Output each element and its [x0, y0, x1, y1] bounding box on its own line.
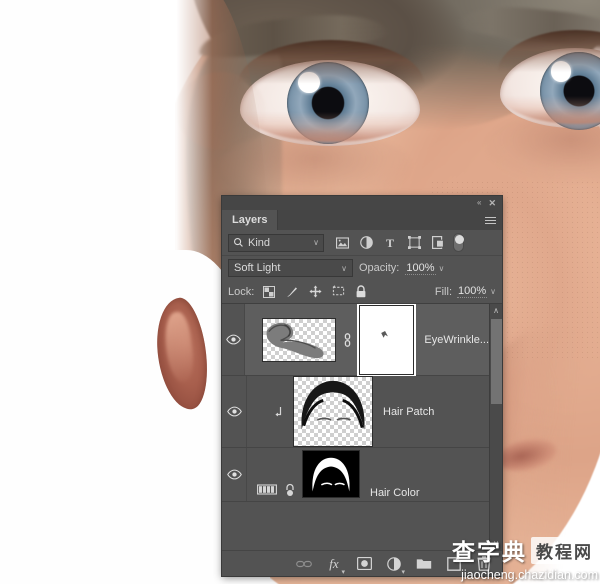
filter-type-icons: T: [335, 236, 445, 250]
magnifier-icon: [234, 238, 243, 247]
filter-smartobject-icon[interactable]: [431, 236, 445, 250]
lock-artboard-nesting-icon[interactable]: [331, 285, 345, 299]
lock-image-pixels-icon[interactable]: [285, 285, 299, 299]
mask-link-icon[interactable]: [341, 332, 354, 347]
layer-thumb-art: [301, 380, 365, 430]
collapse-icon[interactable]: «: [477, 199, 481, 207]
lock-transparent-pixels-icon[interactable]: [262, 285, 276, 299]
svg-text:fx: fx: [329, 556, 339, 571]
fill-field[interactable]: 100% ∨: [457, 285, 496, 298]
chevron-down-icon[interactable]: ∨: [439, 264, 445, 273]
mask-cursor-mark: [381, 330, 389, 338]
gradient-map-icon[interactable]: [253, 483, 281, 501]
blend-opacity-row: Soft Light ∨ Opacity: 100% ∨: [222, 256, 502, 280]
blend-mode-select[interactable]: Soft Light ∨: [228, 259, 353, 277]
layer-list-wrapper: EyeWrinkle... Hair Patch Hair Color ∧ ∨: [222, 304, 502, 550]
eye-icon: [226, 469, 242, 480]
layer-list[interactable]: EyeWrinkle... Hair Patch Hair Color: [222, 304, 489, 550]
watermark-brand: 查字典: [452, 540, 527, 566]
chevron-down-icon[interactable]: ∨: [313, 238, 319, 247]
fill-label: Fill:: [434, 285, 452, 298]
layer-filter-row: Kind ∨ T: [222, 230, 502, 256]
chevron-down-icon[interactable]: ∨: [490, 287, 496, 296]
table-row[interactable]: EyeWrinkle...: [222, 304, 489, 377]
blend-mode-value: Soft Light: [234, 262, 281, 274]
filter-pixel-icon[interactable]: [335, 236, 349, 250]
layer-name[interactable]: Hair Color: [370, 487, 420, 501]
layer-name[interactable]: EyeWrinkle...: [424, 334, 489, 346]
table-row[interactable]: Hair Patch: [222, 376, 489, 448]
filter-adjustment-icon[interactable]: [359, 236, 373, 250]
clipping-mask-icon: [269, 406, 289, 418]
adjustment-badge-icon: [281, 483, 299, 501]
filter-kind-label: Kind: [248, 236, 271, 249]
table-row[interactable]: Hair Color: [222, 448, 489, 502]
panel-tab-row: Layers: [222, 210, 502, 230]
layer-thumbnail[interactable]: [262, 317, 337, 362]
watermark-logo-row: 查字典 教程网: [393, 533, 598, 567]
layer-mask-thumbnail[interactable]: [357, 304, 417, 377]
lock-icons: [262, 285, 368, 299]
filter-shape-icon[interactable]: [407, 236, 421, 250]
layers-panel[interactable]: « ✕ Layers Kind ∨ T Soft Light ∨ Opacity…: [222, 196, 502, 576]
close-icon[interactable]: ✕: [488, 198, 496, 208]
opacity-label: Opacity:: [359, 262, 400, 274]
watermark-tagline: 教程网: [531, 536, 598, 564]
photo-white-backdrop: [0, 0, 175, 584]
scrollbar-track[interactable]: [490, 317, 502, 537]
filter-type-icon[interactable]: T: [383, 236, 397, 250]
scrollbar-thumb[interactable]: [491, 319, 502, 404]
panel-menu-icon[interactable]: [478, 210, 502, 230]
layer-visibility-toggle[interactable]: [222, 304, 246, 375]
svg-text:T: T: [386, 236, 394, 249]
eye-icon: [226, 406, 242, 417]
opacity-field[interactable]: 100% ∨: [405, 262, 444, 275]
layer-list-scrollbar[interactable]: ∧ ∨: [489, 304, 502, 550]
layer-name[interactable]: Hair Patch: [383, 406, 434, 418]
tab-layers-label: Layers: [232, 214, 268, 226]
add-layer-mask-button[interactable]: [356, 556, 372, 572]
tab-empty-space: [278, 210, 478, 230]
layer-style-button[interactable]: fx ▾: [326, 556, 345, 576]
chevron-down-icon[interactable]: ∨: [341, 264, 347, 273]
lock-position-icon[interactable]: [308, 285, 322, 299]
panel-titlebar: « ✕: [222, 196, 502, 210]
layer-thumb-art: [266, 322, 324, 358]
opacity-value[interactable]: 100%: [405, 262, 436, 275]
filter-kind-select[interactable]: Kind ∨: [228, 233, 324, 252]
fill-value[interactable]: 100%: [457, 285, 488, 298]
layer-visibility-toggle[interactable]: [222, 376, 247, 447]
watermark: 查字典 教程网 jiaocheng.chazidian.com: [393, 533, 598, 582]
layer-mask-thumbnail[interactable]: [302, 450, 360, 498]
lock-all-icon[interactable]: [354, 285, 368, 299]
filter-enable-toggle[interactable]: [453, 233, 464, 252]
layer-thumbnail[interactable]: [293, 376, 373, 447]
link-layers-button[interactable]: [296, 556, 312, 572]
eye-icon: [225, 334, 241, 345]
tab-layers[interactable]: Layers: [222, 210, 279, 230]
lock-label: Lock:: [228, 285, 255, 298]
layer-visibility-toggle[interactable]: [222, 448, 247, 501]
scroll-up-arrow-icon[interactable]: ∧: [490, 304, 502, 317]
lock-fill-row: Lock: Fill: 100% ∨: [222, 280, 502, 304]
watermark-url: jiaocheng.chazidian.com: [461, 568, 598, 582]
screenshot-root: « ✕ Layers Kind ∨ T Soft Light ∨ Opacity…: [0, 0, 600, 584]
mask-thumb-art: [303, 451, 359, 498]
chevron-down-icon[interactable]: ▾: [341, 568, 345, 576]
